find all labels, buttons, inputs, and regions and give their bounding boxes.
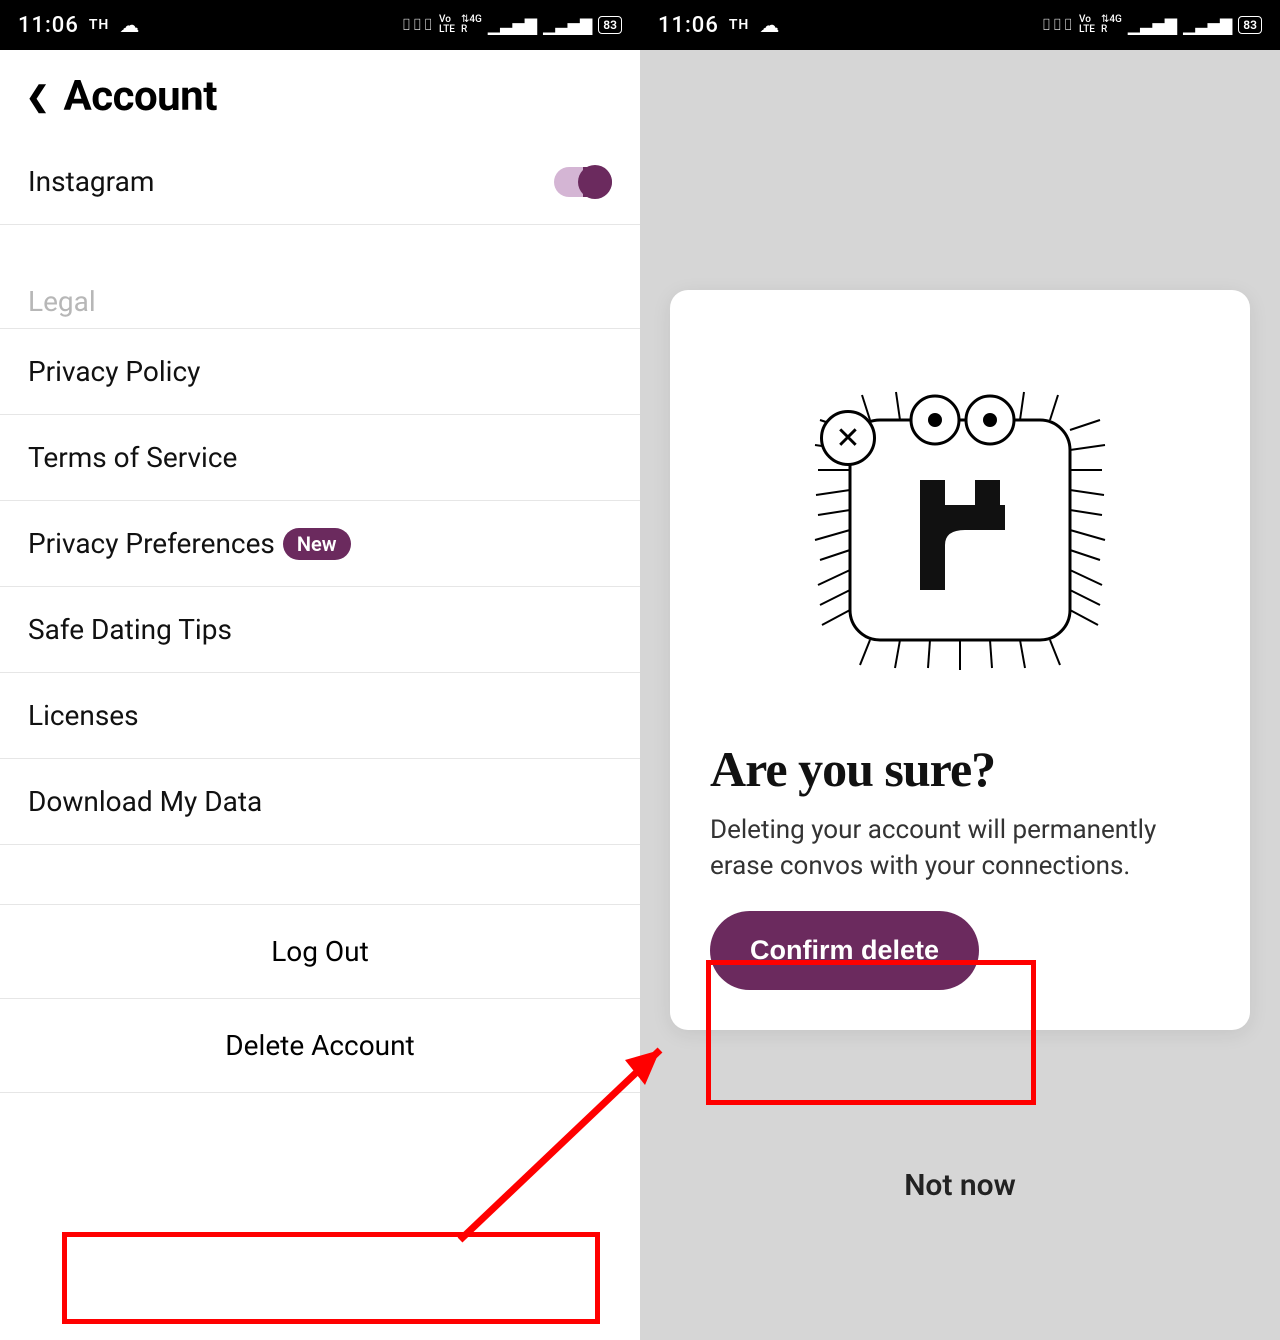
vibrate-icon: ⌷▯⌷: [402, 15, 433, 35]
row-privacy-preferences[interactable]: Privacy Preferences New: [0, 501, 640, 587]
vibrate-icon: ⌷▯⌷: [1042, 15, 1073, 35]
signal-bars-icon: ▁▃▅▇: [1128, 16, 1177, 35]
row-privacy-preferences-label: Privacy Preferences: [28, 527, 275, 560]
account-settings-screen: 11:06 TH ☁ ⌷▯⌷ VoLTE ⇅4GR ▁▃▅▇ ▁▃▅▇ 83 ❮…: [0, 0, 640, 1340]
row-delete-account[interactable]: Delete Account: [0, 999, 640, 1093]
page-header: ❮ Account: [0, 50, 640, 139]
back-icon[interactable]: ❮: [26, 80, 49, 113]
row-privacy-policy[interactable]: Privacy Policy: [0, 329, 640, 415]
row-instagram[interactable]: Instagram: [0, 139, 640, 225]
status-carrier-label: TH: [89, 17, 110, 33]
row-download-data-label: Download My Data: [28, 785, 262, 818]
signal-bars-icon-2: ▁▃▅▇: [1183, 16, 1232, 35]
section-legal: Legal: [0, 225, 640, 329]
row-download-data[interactable]: Download My Data: [0, 759, 640, 845]
row-terms-label: Terms of Service: [28, 441, 237, 474]
annotation-box-delete: [62, 1232, 600, 1324]
status-bar: 11:06 TH ☁ ⌷▯⌷ VoLTE ⇅4GR ▁▃▅▇ ▁▃▅▇ 83: [640, 0, 1280, 50]
cloud-icon: ☁: [759, 13, 779, 37]
signal-bars-icon-2: ▁▃▅▇: [543, 16, 592, 35]
battery-indicator: 83: [1238, 16, 1262, 34]
spacer: [0, 845, 640, 905]
row-licenses-label: Licenses: [28, 699, 139, 732]
row-safe-dating[interactable]: Safe Dating Tips: [0, 587, 640, 673]
status-indicators: ⌷▯⌷ VoLTE ⇅4GR ▁▃▅▇ ▁▃▅▇ 83: [1042, 15, 1262, 35]
instagram-toggle[interactable]: [554, 167, 612, 197]
delete-account-label: Delete Account: [225, 1029, 414, 1062]
row-instagram-label: Instagram: [28, 165, 154, 198]
row-safe-dating-label: Safe Dating Tips: [28, 613, 232, 646]
confirm-delete-button[interactable]: Confirm delete: [710, 911, 979, 990]
page-title: Account: [63, 72, 216, 121]
row-terms[interactable]: Terms of Service: [0, 415, 640, 501]
status-carrier-label: TH: [729, 17, 750, 33]
status-time: 11:06: [18, 13, 79, 38]
modal-illustration: ✕: [710, 310, 1210, 730]
confirm-delete-modal: ✕ Are you sure? Deleting your account wi…: [670, 290, 1250, 1030]
status-time: 11:06: [658, 13, 719, 38]
new-badge: New: [283, 528, 351, 560]
not-now-label: Not now: [904, 1168, 1016, 1203]
signal-bars-icon: ▁▃▅▇: [488, 16, 537, 35]
close-icon[interactable]: ✕: [820, 410, 876, 466]
volte-icon: VoLTE: [439, 15, 455, 35]
modal-title: Are you sure?: [710, 740, 1210, 798]
network-4g-icon: ⇅4GR: [461, 15, 482, 35]
confirm-delete-screen: 11:06 TH ☁ ⌷▯⌷ VoLTE ⇅4GR ▁▃▅▇ ▁▃▅▇ 83: [640, 0, 1280, 1340]
volte-icon: VoLTE: [1079, 15, 1095, 35]
battery-indicator: 83: [598, 16, 622, 34]
row-licenses[interactable]: Licenses: [0, 673, 640, 759]
status-bar: 11:06 TH ☁ ⌷▯⌷ VoLTE ⇅4GR ▁▃▅▇ ▁▃▅▇ 83: [0, 0, 640, 50]
row-privacy-policy-label: Privacy Policy: [28, 355, 200, 388]
modal-description: Deleting your account will permanently e…: [710, 812, 1210, 885]
status-indicators: ⌷▯⌷ VoLTE ⇅4GR ▁▃▅▇ ▁▃▅▇ 83: [402, 15, 622, 35]
not-now-button[interactable]: Not now: [640, 1168, 1280, 1203]
cloud-icon: ☁: [119, 13, 139, 37]
log-out-label: Log Out: [271, 935, 369, 968]
network-4g-icon: ⇅4GR: [1101, 15, 1122, 35]
row-log-out[interactable]: Log Out: [0, 905, 640, 999]
hinge-monster-icon: [790, 350, 1130, 690]
